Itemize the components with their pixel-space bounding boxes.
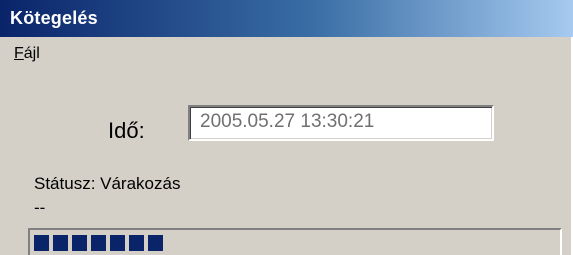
time-field[interactable]: 2005.05.27 13:30:21	[188, 105, 494, 141]
progress-block	[148, 235, 163, 251]
progress-block	[53, 235, 68, 251]
title-bar[interactable]: Kötegelés	[0, 0, 573, 37]
progress-block	[72, 235, 87, 251]
progress-block	[34, 235, 49, 251]
progress-bar	[28, 228, 562, 255]
progress-block	[91, 235, 106, 251]
menu-item-fajl-mnemonic: F	[14, 45, 24, 62]
status-detail: --	[34, 198, 46, 217]
status-text: Státusz: Várakozás	[34, 174, 181, 193]
progress-block	[129, 235, 144, 251]
menu-item-fajl-rest: ájl	[23, 45, 40, 62]
time-label: Idő:	[108, 118, 145, 143]
window-title: Kötegelés	[10, 8, 98, 28]
progress-block	[110, 235, 125, 251]
menu-bar: Fájl	[0, 37, 573, 71]
menu-item-fajl[interactable]: Fájl	[10, 43, 44, 65]
kotegeles-window: Kötegelés Fájl Idő: 2005.05.27 13:30:21 …	[0, 0, 573, 255]
